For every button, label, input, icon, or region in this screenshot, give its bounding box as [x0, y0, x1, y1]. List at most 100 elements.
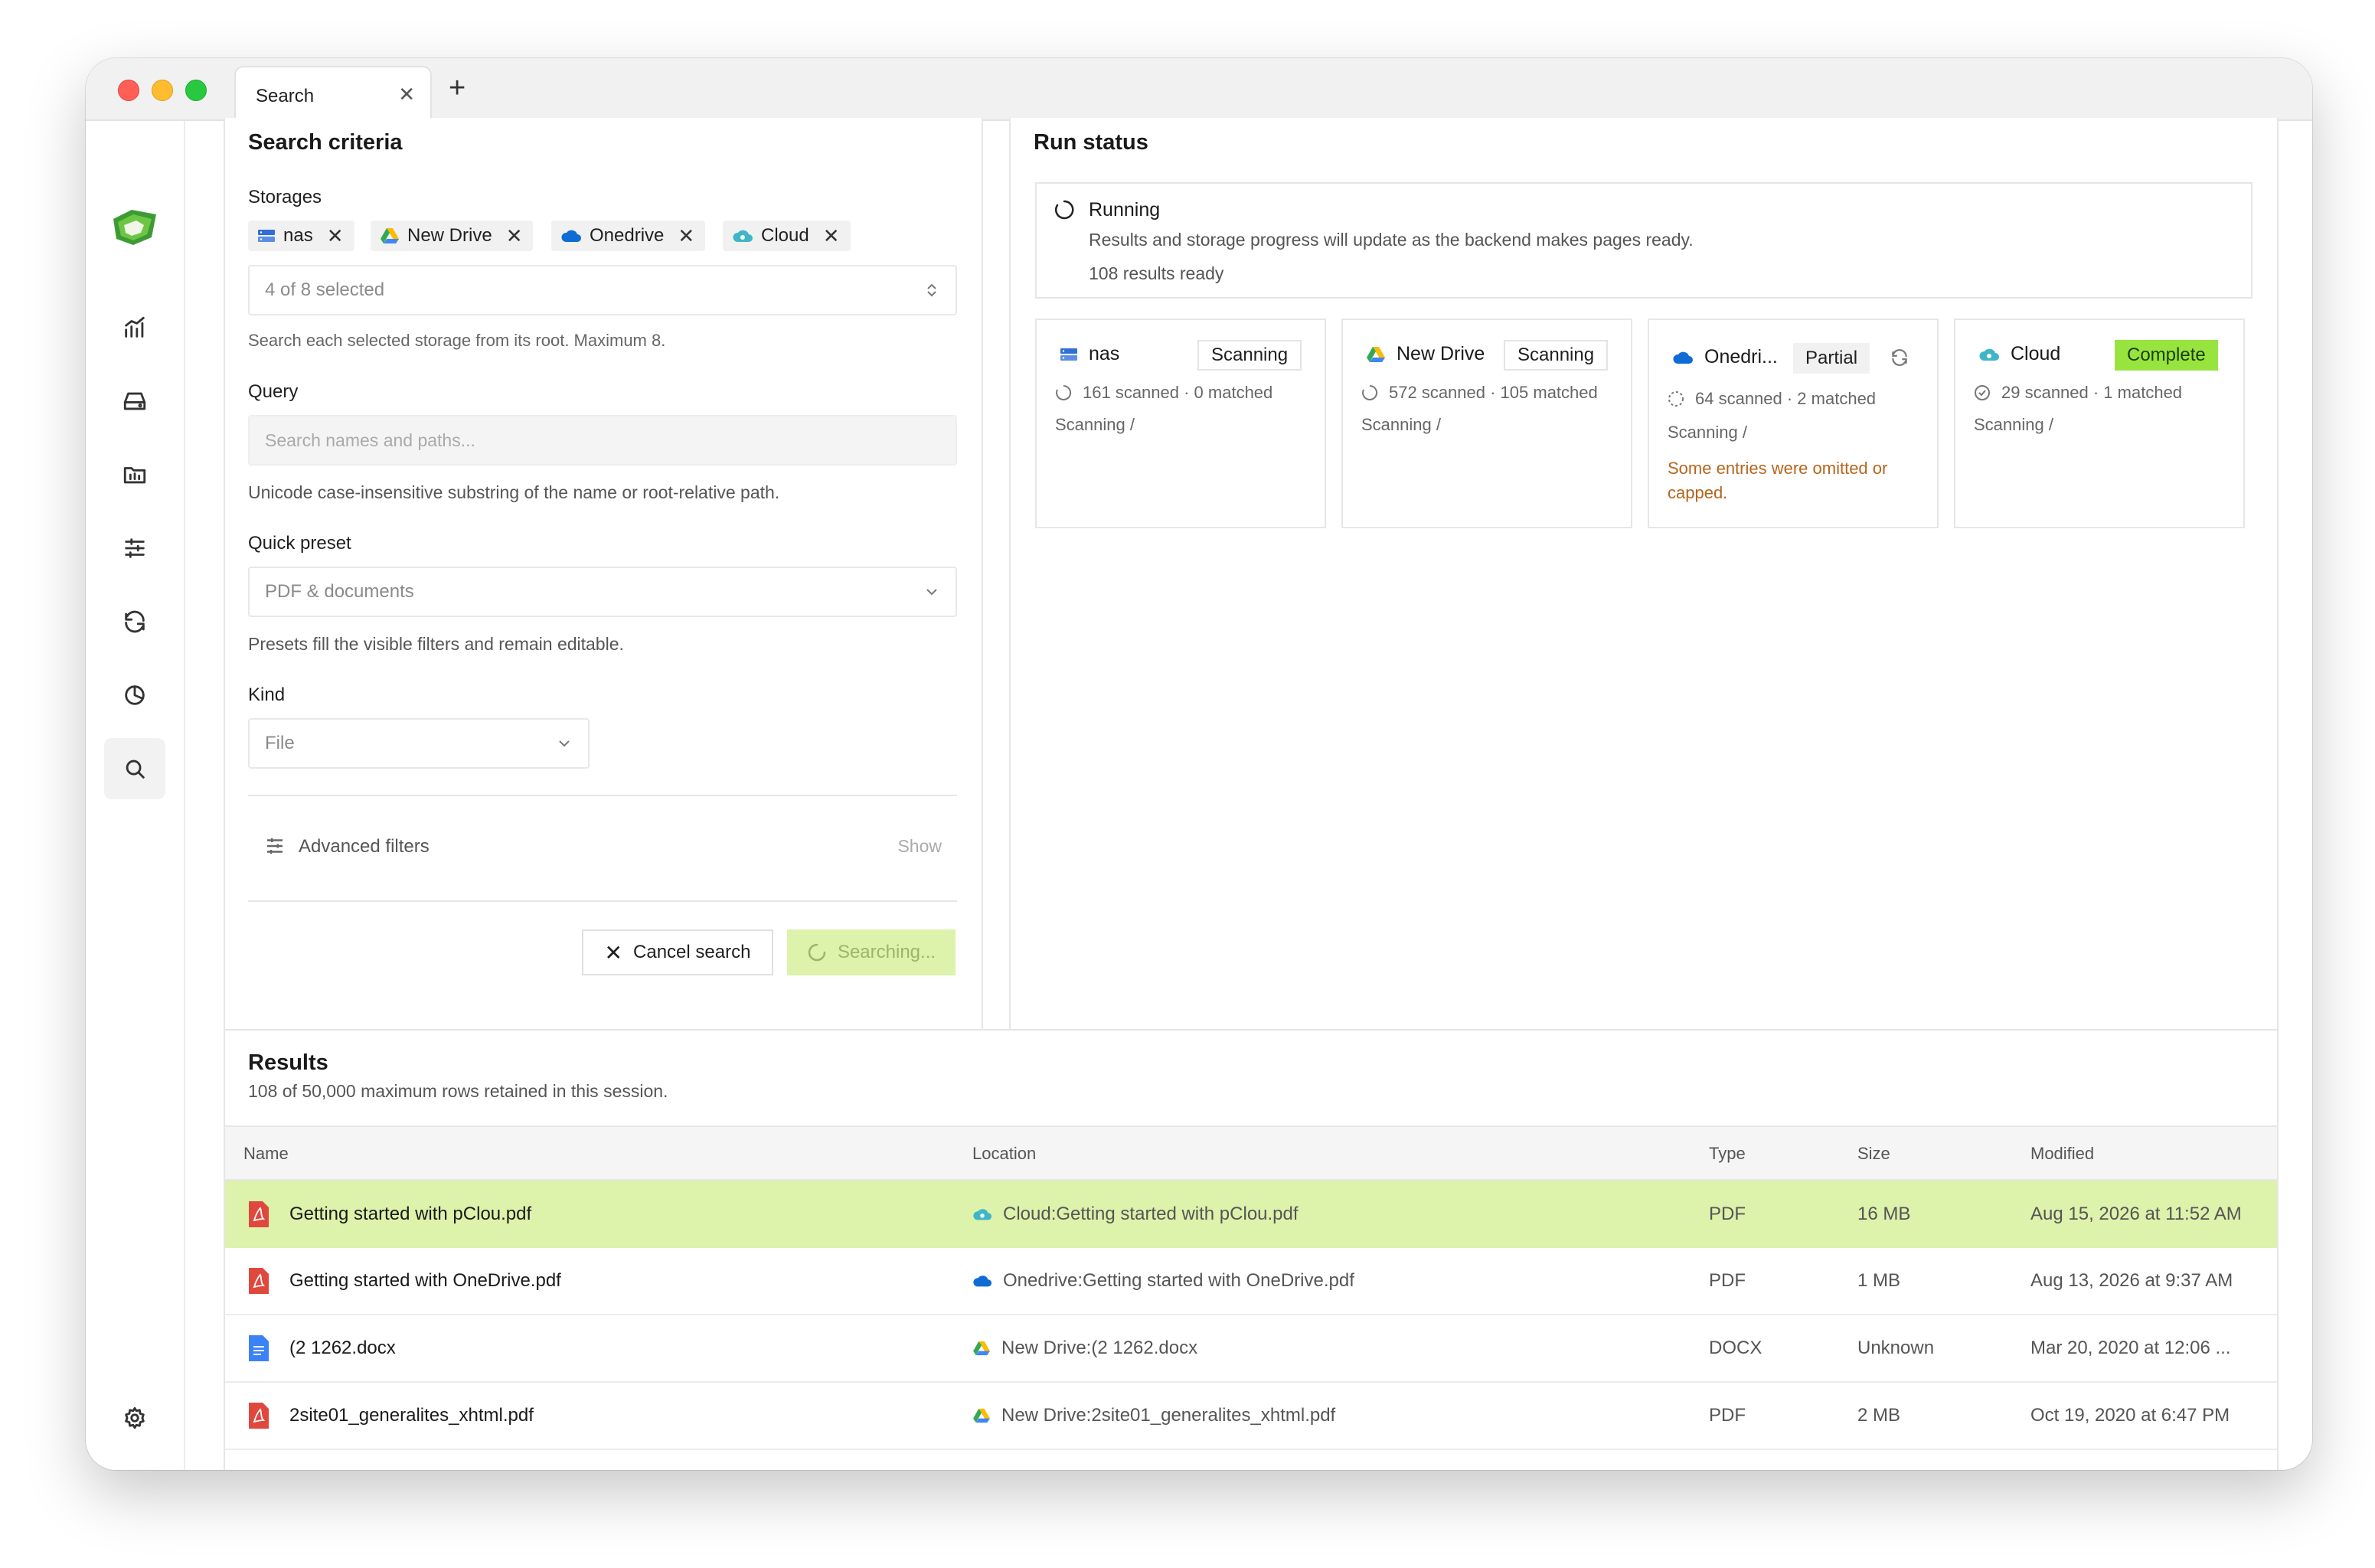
query-hint: Unicode case-insensitive substring of th… — [248, 482, 780, 502]
kind-label: Kind — [248, 684, 286, 705]
column-location[interactable]: Location — [972, 1144, 1036, 1164]
folder-icon — [123, 467, 146, 484]
results-table-header: Name Location Type Size Modified — [225, 1125, 2277, 1181]
column-size[interactable]: Size — [1857, 1144, 1890, 1164]
sidebar — [86, 121, 185, 1470]
card-stats: 161 scanned · 0 matched — [1055, 383, 1272, 403]
column-name[interactable]: Name — [243, 1144, 289, 1164]
card-name: Onedri... — [1704, 346, 1778, 368]
column-modified[interactable]: Modified — [2030, 1144, 2094, 1164]
server-icon — [1060, 348, 1077, 361]
quick-preset-select[interactable]: PDF & documents — [248, 567, 957, 617]
nav-sync[interactable] — [104, 591, 165, 652]
storage-card-new-drive: New Drive Scanning 572 scanned · 105 mat… — [1341, 318, 1632, 528]
query-input[interactable] — [250, 416, 956, 464]
nav-analytics[interactable] — [104, 297, 165, 358]
minimize-window-button[interactable] — [152, 80, 173, 101]
new-tab-button[interactable]: + — [449, 72, 466, 105]
cancel-search-label: Cancel search — [633, 942, 751, 962]
chevron-down-icon — [926, 589, 937, 596]
nav-filters[interactable] — [104, 518, 165, 579]
table-row[interactable]: (2 1262.docx New Drive:(2 1262.docx DOCX… — [225, 1315, 2277, 1383]
advanced-filters-show[interactable]: Show — [897, 836, 942, 857]
row-location: Cloud:Getting started with pClou.pdf — [972, 1204, 1299, 1225]
nav-settings[interactable] — [104, 1387, 165, 1449]
card-progress: Scanning / — [1361, 415, 1441, 434]
query-label: Query — [248, 381, 299, 402]
loading-circle-icon — [1055, 200, 1074, 220]
nav-usage[interactable] — [104, 665, 165, 726]
search-icon — [126, 760, 145, 779]
column-type[interactable]: Type — [1709, 1144, 1746, 1164]
remove-chip-icon[interactable]: ✕ — [823, 224, 840, 248]
results-ready: 108 results ready — [1089, 263, 1224, 283]
row-size: 16 MB — [1857, 1204, 1911, 1224]
spinner-icon — [1056, 384, 1072, 400]
divider — [248, 795, 957, 796]
storage-card-nas: nas Scanning 161 scanned · 0 matched Sca… — [1035, 318, 1326, 528]
card-stats: 29 scanned · 1 matched — [1974, 383, 2182, 403]
remove-chip-icon[interactable]: ✕ — [506, 224, 523, 248]
google-drive-icon — [1367, 346, 1385, 362]
nav-storage[interactable] — [104, 371, 165, 432]
storage-chip-nas[interactable]: nas ✕ — [248, 220, 354, 251]
storage-select[interactable]: 4 of 8 selected — [248, 265, 957, 315]
google-drive-icon — [381, 228, 399, 243]
search-button[interactable]: Searching... — [787, 929, 956, 975]
cancel-search-button[interactable]: ✕ Cancel search — [582, 929, 773, 975]
chevron-down-icon — [559, 740, 570, 747]
row-location-text: Cloud:Getting started with pClou.pdf — [1003, 1204, 1299, 1224]
row-location: New Drive:2site01_generalites_xhtml.pdf — [972, 1405, 1335, 1426]
gear-icon — [125, 1406, 145, 1429]
hard-drive-icon — [123, 392, 146, 410]
storage-select-value: 4 of 8 selected — [265, 279, 385, 300]
nav-files[interactable] — [104, 444, 165, 505]
pcloud-icon — [973, 1209, 992, 1220]
app-window: Search ✕ + Search criteria Storages nas … — [86, 58, 2312, 1470]
tab-search[interactable]: Search ✕ — [234, 66, 432, 121]
table-row[interactable]: Getting started with pClou.pdf Cloud:Get… — [225, 1181, 2277, 1248]
pie-chart-icon — [125, 685, 145, 705]
card-stats-text: 29 scanned · 1 matched — [2001, 383, 2183, 402]
advanced-filters-toggle[interactable]: Advanced filters Show — [248, 816, 957, 877]
row-modified: Aug 15, 2026 at 11:52 AM — [2030, 1204, 2242, 1224]
card-stats-text: 572 scanned · 105 matched — [1389, 383, 1598, 402]
quick-preset-label: Quick preset — [248, 533, 351, 554]
row-name: (2 1262.docx — [289, 1338, 396, 1358]
card-stats-text: 161 scanned · 0 matched — [1083, 383, 1273, 402]
remove-chip-icon[interactable]: ✕ — [678, 224, 694, 248]
kind-select[interactable]: File — [248, 718, 590, 769]
docx-file-icon — [249, 1335, 269, 1361]
table-row[interactable]: 2site01_generalites_xhtml.pdf New Drive:… — [225, 1383, 2277, 1450]
close-window-button[interactable] — [118, 80, 139, 101]
card-title: Onedri... — [1672, 346, 1778, 368]
retry-icon[interactable] — [1890, 348, 1909, 368]
pcloud-icon — [733, 230, 753, 242]
row-size: Unknown — [1857, 1338, 1935, 1358]
storages-label: Storages — [248, 187, 322, 207]
sliders-icon — [267, 838, 283, 854]
nav-search[interactable] — [104, 738, 165, 799]
maximize-window-button[interactable] — [185, 80, 207, 101]
run-status-title: Run status — [1034, 130, 1148, 155]
results-subtitle: 108 of 50,000 maximum rows retained in t… — [248, 1081, 668, 1101]
row-modified: Aug 13, 2026 at 9:37 AM — [2030, 1270, 2233, 1291]
tab-close-icon[interactable]: ✕ — [398, 83, 415, 106]
search-criteria-title: Search criteria — [248, 130, 403, 155]
remove-chip-icon[interactable]: ✕ — [327, 224, 344, 248]
kind-value: File — [265, 733, 295, 753]
table-row[interactable]: Getting started with OneDrive.pdf Onedri… — [225, 1248, 2277, 1315]
storage-chip-cloud[interactable]: Cloud ✕ — [723, 220, 851, 251]
storage-card-onedrive: Onedri... Partial 64 scanned · 2 matched… — [1648, 318, 1939, 528]
sliders-icon — [125, 538, 145, 558]
query-field[interactable] — [248, 415, 957, 466]
google-drive-icon — [973, 1341, 990, 1356]
run-status-summary: Running Results and storage progress wil… — [1035, 182, 2252, 299]
onedrive-cloud-icon — [973, 1276, 992, 1287]
card-name: Cloud — [2011, 343, 2061, 364]
storage-chip-new-drive[interactable]: New Drive ✕ — [371, 220, 534, 251]
storage-chip-onedrive[interactable]: Onedrive ✕ — [551, 220, 706, 251]
pdf-file-icon — [249, 1201, 269, 1227]
row-name: Getting started with pClou.pdf — [289, 1204, 532, 1224]
status-badge: Complete — [2115, 340, 2218, 371]
